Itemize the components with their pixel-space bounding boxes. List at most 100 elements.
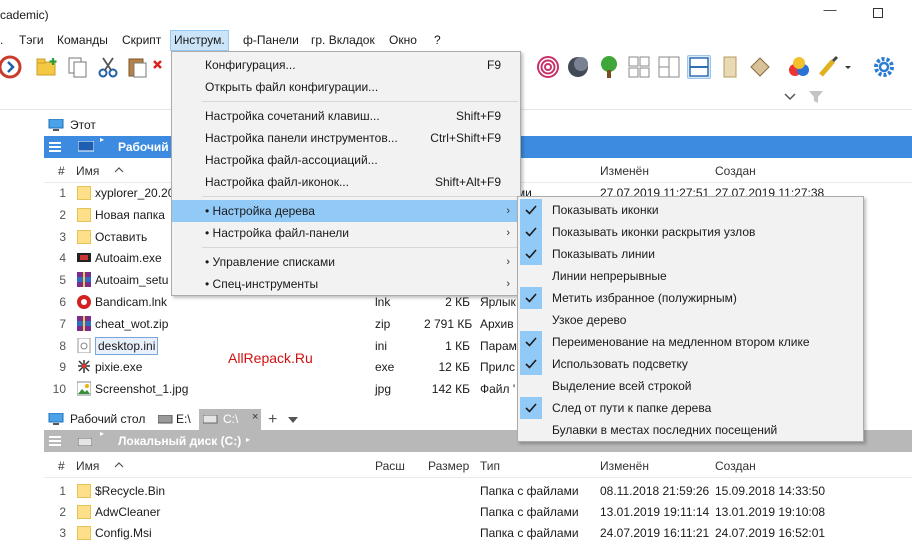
file-name: Autoaim_setu — [95, 273, 169, 288]
col-size[interactable]: Размер — [428, 459, 469, 473]
dual-pane-icon — [689, 57, 709, 77]
chevron-down-icon — [845, 66, 851, 69]
panel-button[interactable] — [718, 55, 742, 79]
file-size: 2 КБ — [445, 295, 470, 309]
submenu-option-label: Линии непрерывные — [552, 269, 667, 283]
menu-item-tab-groups[interactable]: гр. Вкладок — [308, 30, 378, 51]
layout-button[interactable] — [657, 55, 681, 79]
menu-bar: . Тэги Команды Скрипт Инструм. ф-Панели … — [0, 30, 912, 51]
menu-special-tools[interactable]: • Спец-инструменты › — [172, 273, 520, 295]
menu-file-icons[interactable]: Настройка файл-иконок... Shift+Alt+F9 — [172, 171, 520, 193]
chevron-down-icon[interactable] — [784, 92, 796, 102]
menu-tree-settings[interactable]: • Настройка дерева › — [172, 200, 520, 222]
paste-button[interactable] — [126, 55, 150, 79]
new-folder-button[interactable] — [35, 55, 59, 79]
table-row[interactable]: 2 AdwCleaner Папка с файлами 13.01.2019 19:… — [44, 501, 912, 523]
menu-toolbar-settings[interactable]: Настройка панели инструментов... Ctrl+Shi… — [172, 127, 520, 149]
filter-icon[interactable] — [808, 89, 824, 105]
submenu-option[interactable]: Булавки в местах последних посещений — [518, 419, 863, 441]
menu-item-help[interactable]: ? — [431, 30, 444, 51]
highlight-button[interactable] — [817, 55, 841, 79]
submenu-option-label: Узкое дерево — [552, 313, 627, 327]
submenu-option[interactable]: Показывать иконки раскрытия узлов — [518, 221, 863, 243]
menu-file-panel-settings[interactable]: • Настройка файл-панели › — [172, 222, 520, 244]
maximize-button[interactable] — [870, 6, 886, 22]
dual-pane-button[interactable] — [687, 55, 711, 79]
check-icon — [520, 397, 542, 419]
folder-icon — [77, 484, 91, 498]
file-name: Bandicam.lnk — [95, 295, 168, 309]
menu-separator — [202, 196, 518, 197]
menu-item-script[interactable]: Скрипт — [119, 30, 164, 51]
menu-item-commands[interactable]: Команды — [54, 30, 111, 51]
submenu-option[interactable]: Узкое дерево — [518, 309, 863, 331]
submenu-option[interactable]: Переименование на медленном втором клике — [518, 331, 863, 353]
menu-item-prefix: . — [0, 33, 4, 47]
check-icon — [520, 287, 542, 309]
col-name[interactable]: Имя — [76, 459, 99, 473]
check-icon — [520, 199, 542, 221]
menu-open-config-file[interactable]: Открыть файл конфигурации... — [172, 76, 520, 98]
settings-button[interactable] — [872, 55, 896, 79]
color-filter-button[interactable] — [787, 55, 811, 79]
copy-button[interactable] — [66, 55, 90, 79]
col-num[interactable]: # — [58, 164, 65, 178]
col-modified[interactable]: Изменён — [600, 459, 649, 473]
add-tab-button[interactable]: + — [268, 409, 277, 430]
col-name[interactable]: Имя — [76, 164, 99, 178]
submenu-option[interactable]: Линии непрерывные — [518, 265, 863, 287]
table-row[interactable]: 3 Config.Msi Папка с файлами 24.07.2019 16:… — [44, 522, 912, 544]
row-number: 1 — [59, 186, 66, 200]
path-segment[interactable]: Локальный диск (C:) — [118, 430, 241, 452]
file-size: 2 791 КБ — [424, 316, 473, 331]
tab-drive-e[interactable]: E:\ — [154, 409, 191, 430]
back-icon — [0, 55, 22, 79]
close-tab-button[interactable]: × — [252, 407, 258, 427]
file-ext: exe — [375, 360, 395, 375]
tab-this-pc[interactable]: Этот компьютер — [44, 115, 131, 152]
back-button[interactable] — [0, 55, 22, 79]
menu-item-tools[interactable]: Инструм. — [170, 30, 229, 51]
paste-icon — [128, 58, 147, 78]
tag-button[interactable] — [748, 55, 772, 79]
col-modified[interactable]: Изменён — [600, 164, 649, 178]
cut-button[interactable] — [96, 55, 120, 79]
file-type: Папка с файлами — [480, 526, 579, 540]
minimize-button[interactable]: — — [822, 2, 838, 18]
submenu-option[interactable]: Показывать линии — [518, 243, 863, 265]
row-number: 10 — [52, 382, 66, 397]
submenu-option-label: Булавки в местах последних посещений — [552, 423, 778, 437]
menu-list-management[interactable]: • Управление списками › — [172, 251, 520, 273]
table-row[interactable]: 1 $Recycle.Bin Папка с файлами 08.11.2018 2… — [44, 480, 912, 502]
menu-configuration[interactable]: Конфигурация... F9 — [172, 54, 520, 76]
menu-keyboard-shortcuts[interactable]: Настройка сочетаний клавиш... Shift+F9 — [172, 105, 520, 127]
sort-asc-icon — [114, 462, 124, 468]
thumbnails-button[interactable] — [627, 55, 651, 79]
col-created[interactable]: Создан — [715, 459, 756, 473]
menu-item-tags[interactable]: Тэги — [16, 30, 47, 51]
highlight-dropdown[interactable] — [843, 55, 853, 79]
submenu-option[interactable]: След от пути к папке дерева — [518, 397, 863, 419]
sort-asc-icon — [114, 167, 124, 173]
path-segment[interactable]: Рабочий — [118, 136, 169, 158]
menu-item-window[interactable]: Окно — [386, 30, 420, 51]
submenu-option[interactable]: Выделение всей строкой — [518, 375, 863, 397]
submenu-option[interactable]: Использовать подсветку — [518, 353, 863, 375]
submenu-option[interactable]: Метить избранное (полужирным) — [518, 287, 863, 309]
tree-button[interactable] — [597, 55, 621, 79]
moon-button[interactable] — [566, 55, 590, 79]
chevron-right-icon: ▸ — [100, 429, 105, 438]
submenu-option[interactable]: Показывать иконки — [518, 199, 863, 221]
tab-drive-c[interactable]: C:\ × — [199, 409, 261, 430]
col-num[interactable]: # — [58, 459, 65, 473]
col-type[interactable]: Тип — [480, 459, 500, 473]
menu-file-associations[interactable]: Настройка файл-ассоциаций... — [172, 149, 520, 171]
spiral-button[interactable] — [536, 55, 560, 79]
col-ext[interactable]: Расш — [375, 459, 405, 473]
chevron-down-icon[interactable] — [288, 417, 298, 423]
tab-desktop[interactable]: Рабочий стол — [44, 409, 145, 430]
row-number: 2 — [59, 207, 66, 222]
menu-item-panels[interactable]: ф-Панели — [240, 30, 302, 51]
col-created[interactable]: Создан — [715, 164, 756, 178]
file-type: Файл ' — [480, 382, 516, 397]
